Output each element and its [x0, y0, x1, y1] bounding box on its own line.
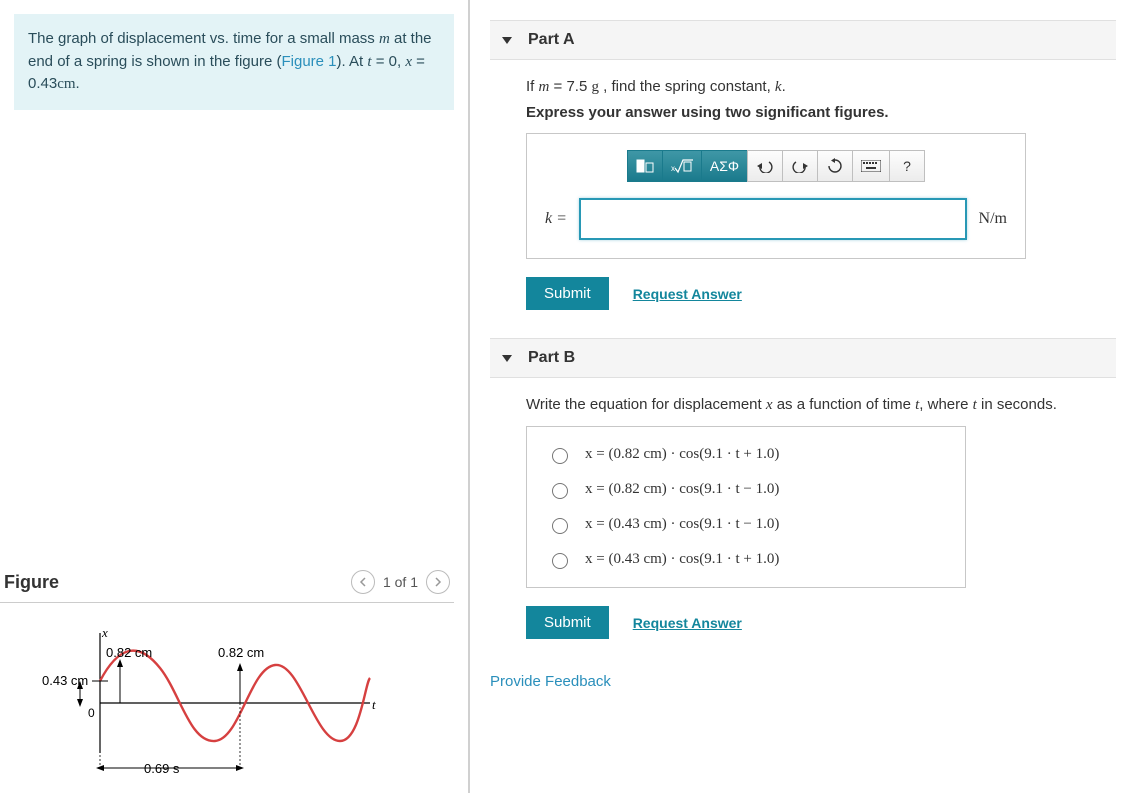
- unit-label: N/m: [979, 210, 1007, 228]
- option-2[interactable]: x = (0.82 cm) · cos(9.1 · t − 1.0): [543, 472, 949, 507]
- problem-text: .: [76, 75, 80, 92]
- chevron-right-icon: [434, 577, 442, 587]
- part-a-actions: Submit Request Answer: [526, 277, 1116, 310]
- part-b-instruction: Write the equation for displacement x as…: [526, 396, 1116, 414]
- problem-text: = 0,: [372, 53, 406, 70]
- option-1[interactable]: x = (0.82 cm) · cos(9.1 · t + 1.0): [543, 437, 949, 472]
- unit-cm: cm: [57, 76, 75, 92]
- greek-button[interactable]: ΑΣΦ: [701, 150, 748, 182]
- provide-feedback-link[interactable]: Provide Feedback: [490, 667, 1116, 690]
- option-1-radio[interactable]: [552, 448, 568, 464]
- options-box: x = (0.82 cm) · cos(9.1 · t + 1.0) x = (…: [526, 426, 966, 588]
- option-4-text: x = (0.43 cm) · cos(9.1 · t + 1.0): [585, 551, 779, 568]
- problem-text: ). At: [337, 53, 368, 70]
- right-panel: Part A If m = 7.5 g , find the spring co…: [470, 0, 1122, 793]
- reset-button[interactable]: [817, 150, 853, 182]
- option-1-text: x = (0.82 cm) · cos(9.1 · t + 1.0): [585, 446, 779, 463]
- redo-button[interactable]: [782, 150, 818, 182]
- displacement-chart: x t 0.82 cm 0.82 cm 0.43: [40, 623, 400, 783]
- part-a-answer-box: x ΑΣΦ ? k = N/m: [526, 133, 1026, 259]
- figure-page: 1 of 1: [383, 574, 418, 590]
- part-a-instruction: If m = 7.5 g , find the spring constant,…: [526, 78, 1116, 96]
- request-answer-a[interactable]: Request Answer: [633, 286, 742, 302]
- part-b-header[interactable]: Part B: [490, 338, 1116, 378]
- part-a-header[interactable]: Part A: [490, 20, 1116, 60]
- figure-header: Figure 1 of 1: [0, 562, 454, 603]
- period-label: 0.69 s: [144, 761, 180, 776]
- caret-down-icon: [502, 355, 512, 362]
- k-equals-label: k =: [545, 210, 567, 228]
- option-2-text: x = (0.82 cm) · cos(9.1 · t − 1.0): [585, 481, 779, 498]
- request-answer-b[interactable]: Request Answer: [633, 615, 742, 631]
- problem-text: The graph of displacement vs. time for a…: [28, 30, 379, 47]
- origin-label: 0: [88, 706, 95, 720]
- undo-button[interactable]: [747, 150, 783, 182]
- undo-icon: [757, 159, 773, 173]
- sqrt-icon: x: [671, 158, 693, 174]
- amp-label-1: 0.82 cm: [106, 645, 152, 660]
- chevron-left-icon: [359, 577, 367, 587]
- problem-statement: The graph of displacement vs. time for a…: [14, 14, 454, 110]
- equation-toolbar: x ΑΣΦ ?: [545, 150, 1007, 182]
- option-3-text: x = (0.43 cm) · cos(9.1 · t − 1.0): [585, 516, 779, 533]
- equation-row: k = N/m: [545, 198, 1007, 240]
- svg-text:x: x: [671, 164, 675, 173]
- sqrt-button[interactable]: x: [662, 150, 702, 182]
- figure-section: Figure 1 of 1 x t: [0, 562, 454, 793]
- option-3[interactable]: x = (0.43 cm) · cos(9.1 · t − 1.0): [543, 507, 949, 542]
- redo-icon: [792, 159, 808, 173]
- figure-next-button[interactable]: [426, 570, 450, 594]
- var-m: m: [379, 31, 390, 47]
- keyboard-button[interactable]: [852, 150, 890, 182]
- answer-input[interactable]: [579, 198, 967, 240]
- caret-down-icon: [502, 37, 512, 44]
- option-2-radio[interactable]: [552, 483, 568, 499]
- figure-prev-button[interactable]: [351, 570, 375, 594]
- option-4-radio[interactable]: [552, 553, 568, 569]
- templates-button[interactable]: [627, 150, 663, 182]
- figure-body: x t 0.82 cm 0.82 cm 0.43: [0, 603, 454, 783]
- part-a-sigfigs: Express your answer using two significan…: [526, 104, 1116, 121]
- figure-link[interactable]: Figure 1: [281, 53, 336, 70]
- help-button[interactable]: ?: [889, 150, 925, 182]
- option-4[interactable]: x = (0.43 cm) · cos(9.1 · t + 1.0): [543, 542, 949, 577]
- figure-title: Figure: [4, 572, 59, 593]
- part-b-body: Write the equation for displacement x as…: [490, 396, 1116, 667]
- part-a-title: Part A: [528, 31, 575, 49]
- part-b-title: Part B: [528, 349, 575, 367]
- submit-button-a[interactable]: Submit: [526, 277, 609, 310]
- x-axis-label: x: [101, 625, 108, 640]
- templates-icon: [636, 159, 654, 173]
- part-a-body: If m = 7.5 g , find the spring constant,…: [490, 78, 1116, 338]
- t-axis-label: t: [372, 697, 376, 712]
- submit-button-b[interactable]: Submit: [526, 606, 609, 639]
- var-x: x: [405, 54, 412, 70]
- reset-icon: [827, 158, 843, 174]
- amp-label-2: 0.82 cm: [218, 645, 264, 660]
- left-panel: The graph of displacement vs. time for a…: [0, 0, 470, 793]
- figure-nav: 1 of 1: [351, 570, 450, 594]
- option-3-radio[interactable]: [552, 518, 568, 534]
- keyboard-icon: [861, 160, 881, 172]
- part-b-actions: Submit Request Answer: [526, 606, 1116, 639]
